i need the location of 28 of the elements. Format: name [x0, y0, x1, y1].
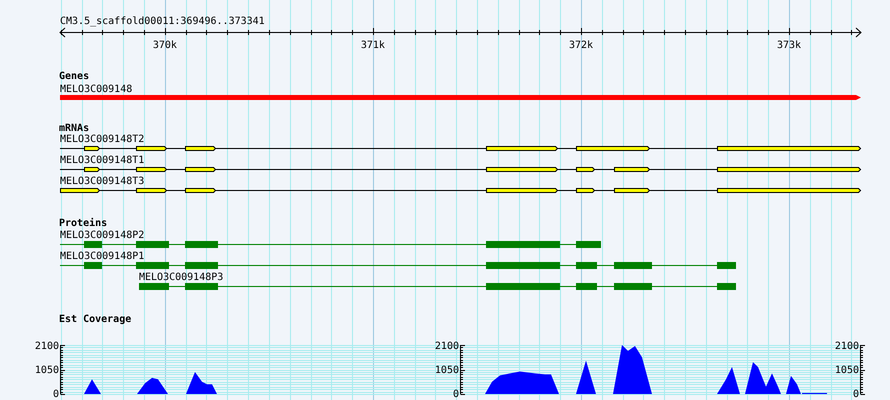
transcript-name: MELO3C009148T2 [60, 134, 144, 145]
axis-label: 2100 [34, 341, 59, 352]
protein-name: MELO3C009148P2 [60, 230, 144, 241]
protein-name: MELO3C009148P1 [60, 251, 144, 262]
track-label: Est Coverage [59, 314, 132, 325]
region-title: CM3.5_scaffold00011:369496..373341 [60, 16, 265, 27]
axis-label: 2100 [834, 341, 859, 352]
gene-name: MELO3C009148 [60, 84, 132, 95]
protein-name: MELO3C009148P3 [139, 272, 224, 283]
axis-label: 1050 [34, 365, 59, 376]
transcript-name: MELO3C009148T1 [60, 155, 144, 166]
ruler-label: 373k [777, 40, 802, 51]
ruler-label: 371k [360, 40, 385, 51]
axis-label: 1050 [434, 365, 459, 376]
track-label: Proteins [59, 218, 108, 229]
axis-label: 0 [452, 389, 459, 400]
axis-label: 0 [852, 389, 859, 400]
y-axis [460, 344, 466, 395]
track-label: Genes [59, 71, 90, 82]
ruler-label: 370k [152, 40, 177, 51]
ruler-label: 372k [568, 40, 594, 51]
axis-label: 1050 [834, 365, 859, 376]
axis-label: 0 [52, 389, 59, 400]
transcript-name: MELO3C009148T3 [60, 176, 144, 187]
y-axis [60, 344, 66, 395]
track-label: mRNAs [59, 123, 90, 134]
y-axis [860, 344, 866, 395]
axis-label: 2100 [434, 341, 459, 352]
